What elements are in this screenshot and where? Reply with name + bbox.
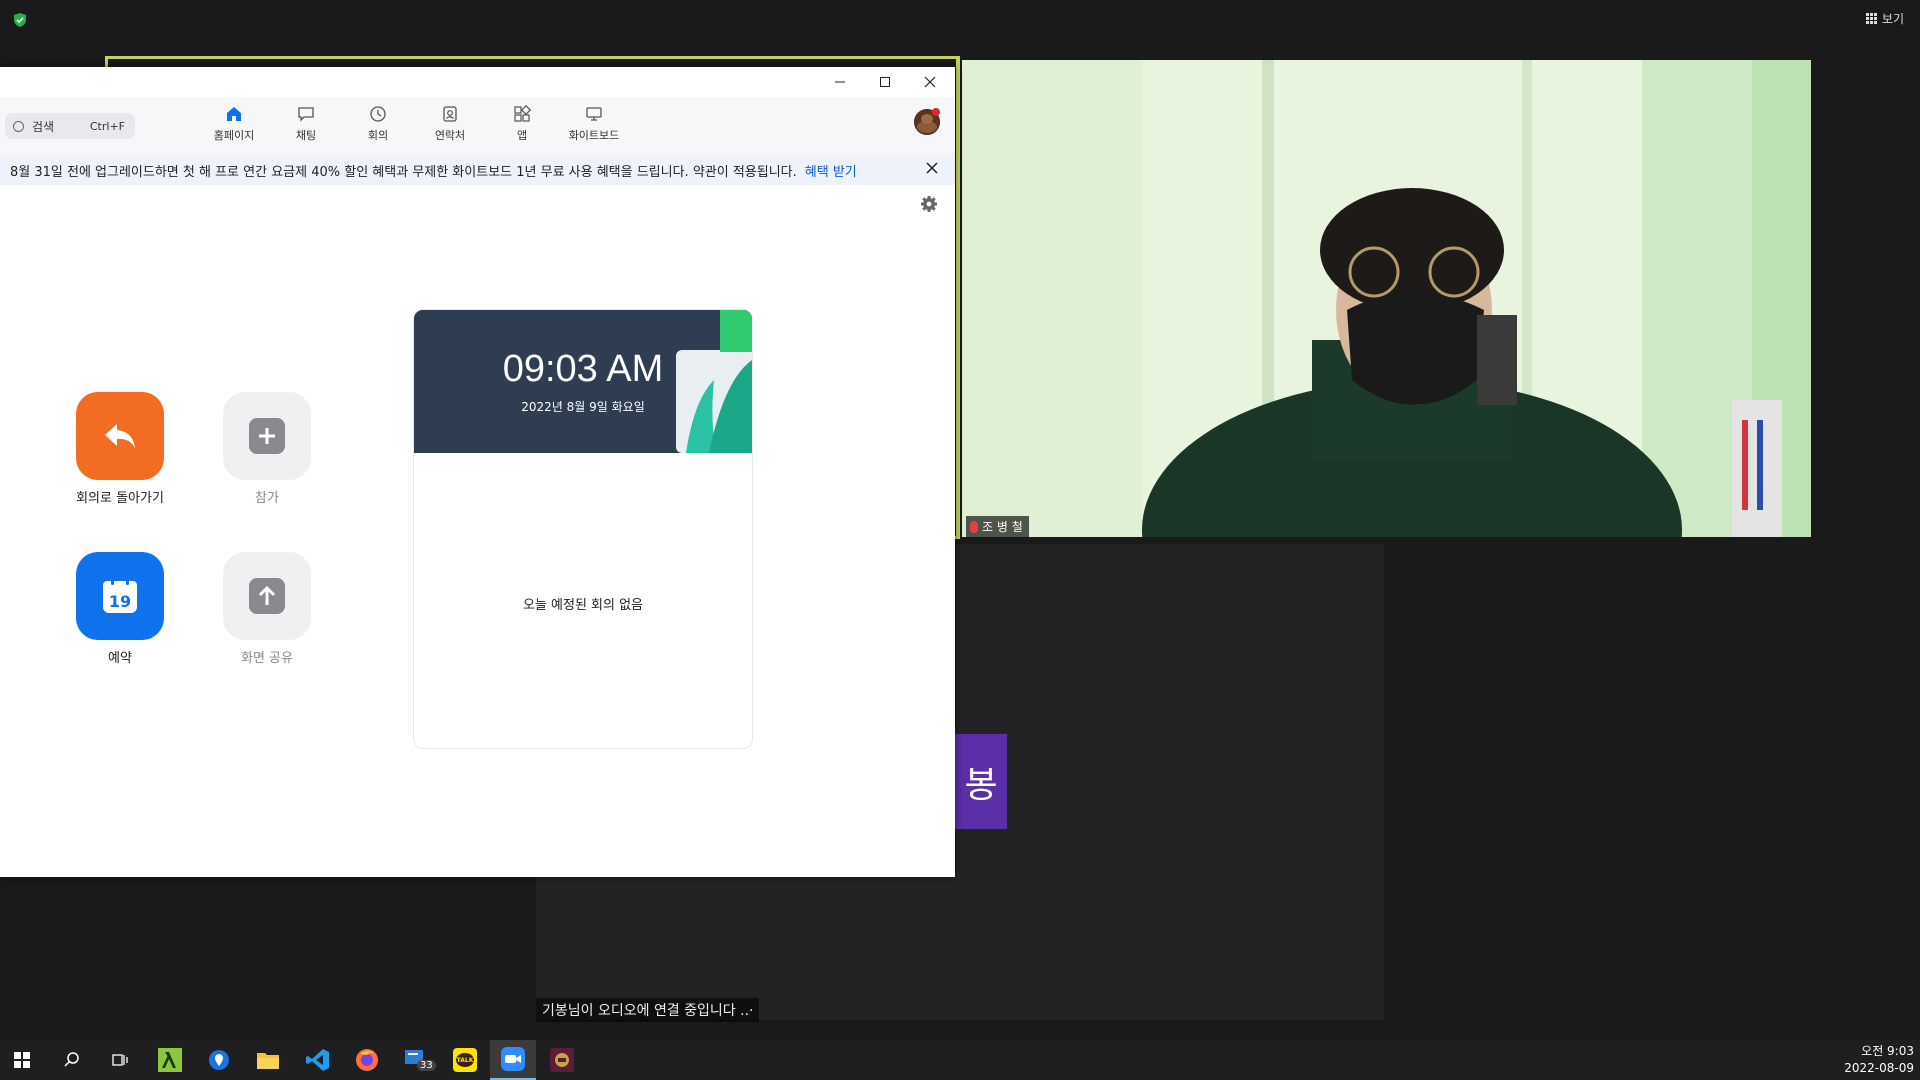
join-label: 참가 (255, 491, 279, 506)
taskbar-app-lambda[interactable] (148, 1040, 192, 1080)
folder-icon (257, 1053, 279, 1069)
return-to-meeting-button[interactable] (76, 392, 164, 480)
main-toolbar: 검색 Ctrl+F 홈페이지 채팅 회의 연락처 앱 화이트보드 (0, 97, 955, 155)
settings-gear-icon[interactable] (920, 195, 938, 213)
vscode-icon (306, 1049, 329, 1071)
clock-tray-date: 2022-08-09 (1844, 1061, 1914, 1075)
window-titlebar (0, 67, 955, 97)
upgrade-banner: 8월 31일 전에 업그레이드하면 첫 해 프로 연간 요금제 40% 할인 혜… (0, 155, 955, 185)
close-icon (924, 76, 936, 88)
tab-label: 홈페이지 (213, 129, 255, 142)
task-view-button[interactable] (98, 1040, 142, 1080)
participant-name-tag: 조 병 철 (966, 516, 1029, 537)
meeting-card: 09:03 AM 2022년 8월 9일 화요일 오늘 예정된 회의 없음 (413, 309, 753, 749)
share-screen-button[interactable] (223, 552, 311, 640)
kakaotalk-label: TALK (457, 1057, 474, 1064)
join-button[interactable] (223, 392, 311, 480)
taskbar-app-maps[interactable] (197, 1040, 241, 1080)
join-button-tile[interactable] (223, 392, 311, 480)
schedule-label: 예약 (108, 651, 132, 666)
shield-icon[interactable] (12, 12, 28, 28)
close-button[interactable] (908, 67, 952, 97)
maximize-button[interactable] (863, 67, 907, 97)
lambda-app-icon (158, 1048, 182, 1072)
clock-icon (369, 105, 387, 123)
tab-chat[interactable]: 채팅 (271, 105, 341, 149)
tab-whiteboard[interactable]: 화이트보드 (559, 105, 629, 149)
search-icon (13, 120, 24, 132)
taskbar-app-explorer[interactable] (246, 1040, 290, 1080)
tab-label: 회의 (367, 129, 389, 142)
taskbar-app-messages[interactable]: 33 (394, 1040, 438, 1080)
contacts-icon (441, 105, 459, 123)
search-shortcut: Ctrl+F (89, 119, 125, 133)
tab-label: 채팅 (295, 129, 317, 142)
banner-text: 8월 31일 전에 업그레이드하면 첫 해 프로 연간 요금제 40% 할인 혜… (10, 164, 797, 180)
zoom-home-window: 검색 Ctrl+F 홈페이지 채팅 회의 연락처 앱 화이트보드 8월 31일 … (0, 67, 955, 877)
view-label: 보기 (1881, 12, 1904, 26)
grid-icon (1865, 13, 1877, 24)
tab-apps[interactable]: 앱 (487, 105, 557, 149)
firefox-icon (356, 1049, 378, 1071)
clock-time: 09:03 AM (502, 348, 664, 390)
taskbar-app-game[interactable] (540, 1040, 584, 1080)
return-to-meeting-label: 회의로 돌아가기 (76, 491, 164, 506)
return-arrow-icon (105, 424, 135, 448)
tab-label: 앱 (516, 129, 528, 142)
map-pin-icon (209, 1050, 229, 1070)
notification-badge: 33 (417, 1060, 436, 1071)
tab-label: 화이트보드 (568, 129, 620, 142)
start-button[interactable] (0, 1040, 44, 1080)
share-button-tile[interactable] (223, 552, 311, 640)
system-clock[interactable]: 오전 9:03 2022-08-09 (1844, 1043, 1914, 1077)
minimize-button[interactable] (818, 67, 862, 97)
game-app-icon (550, 1048, 574, 1072)
maximize-icon (880, 77, 890, 87)
minimize-icon (835, 81, 845, 83)
calendar-icon: 19 (103, 578, 137, 613)
calendar-day: 19 (109, 592, 131, 611)
chat-icon (297, 105, 315, 123)
home-icon (225, 105, 243, 123)
task-view-icon (112, 1054, 128, 1066)
search-label: 검색 (32, 119, 55, 134)
participant-video (962, 60, 1811, 537)
zoom-icon (501, 1047, 525, 1071)
clock-header: 09:03 AM 2022년 8월 9일 화요일 (414, 310, 752, 453)
clock-tray-time: 오전 9:03 (1861, 1044, 1914, 1058)
no-meetings-text: 오늘 예정된 회의 없음 (522, 598, 644, 613)
share-screen-label: 화면 공유 (241, 651, 293, 666)
participant-name: 조 병 철 (982, 520, 1023, 534)
view-button[interactable]: 보기 (1865, 10, 1904, 27)
apps-icon (513, 105, 531, 123)
participant-initial-tile: 봉 (955, 734, 1007, 829)
whiteboard-icon (585, 105, 603, 123)
notification-dot (932, 108, 940, 116)
tab-contacts[interactable]: 연락처 (415, 105, 485, 149)
banner-link[interactable]: 혜택 받기 (805, 161, 857, 180)
search-taskbar-button[interactable] (50, 1040, 94, 1080)
plus-icon (249, 418, 285, 454)
close-icon (926, 162, 938, 174)
schedule-button-tile[interactable]: 19 (76, 552, 164, 640)
tab-home[interactable]: 홈페이지 (199, 105, 269, 149)
return-button-tile[interactable] (76, 392, 164, 480)
upload-arrow-icon (249, 578, 285, 614)
muted-mic-icon (970, 520, 978, 533)
taskbar-app-zoom[interactable] (490, 1040, 536, 1080)
taskbar-app-vscode[interactable] (296, 1040, 340, 1080)
banner-close-button[interactable] (923, 161, 941, 179)
tab-label: 연락처 (434, 129, 466, 142)
search-box[interactable]: 검색 Ctrl+F (5, 113, 135, 139)
windows-logo-icon (14, 1052, 30, 1068)
audio-connecting-status: 기봉님이 오디오에 연결 중입니다 ..· (536, 998, 760, 1022)
windows-taskbar: 33 TALK 오전 9:03 2022-08-09 (0, 1040, 1920, 1080)
kakaotalk-icon: TALK (453, 1048, 477, 1072)
schedule-button[interactable]: 19 (76, 552, 164, 640)
search-icon (64, 1052, 79, 1067)
taskbar-app-firefox[interactable] (345, 1040, 389, 1080)
tab-meetings[interactable]: 회의 (343, 105, 413, 149)
taskbar-app-kakaotalk[interactable]: TALK (443, 1040, 487, 1080)
clock-date: 2022년 8월 9일 화요일 (521, 400, 645, 414)
